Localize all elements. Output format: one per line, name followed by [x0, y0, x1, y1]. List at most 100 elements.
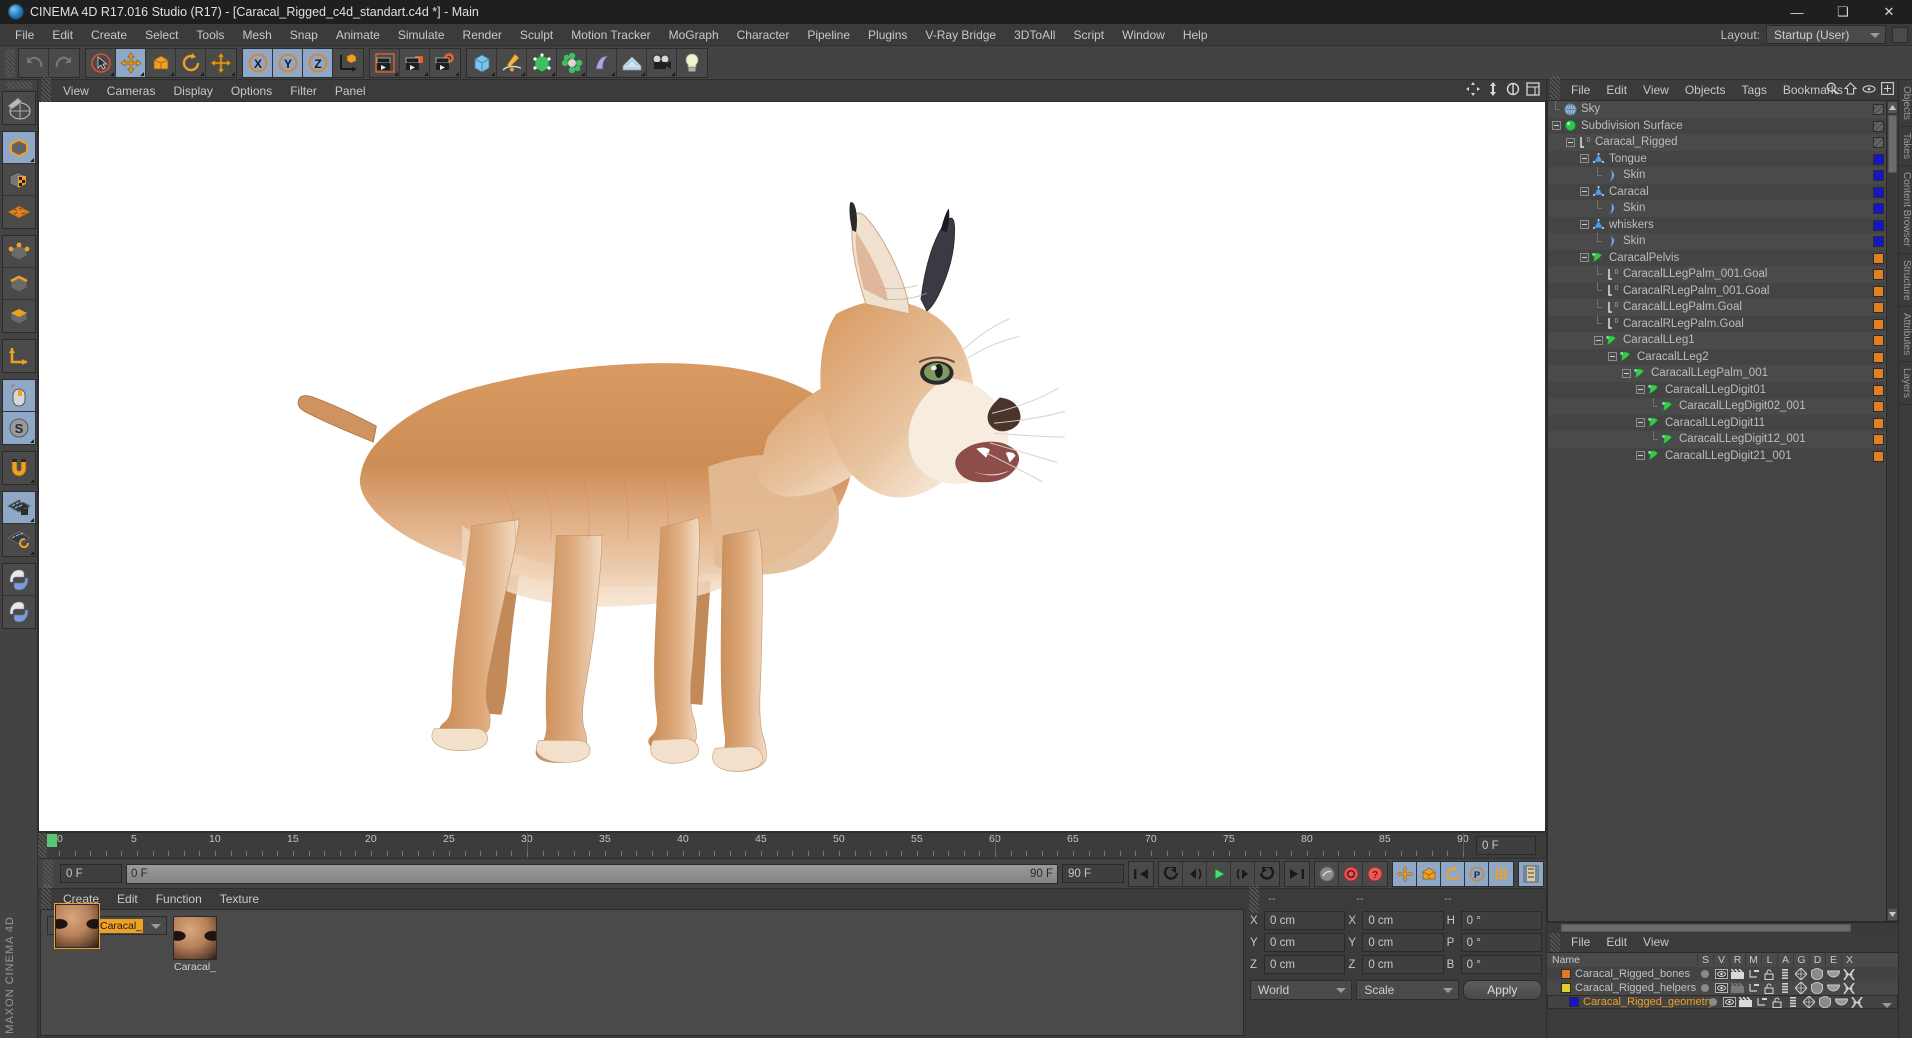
- object-manager-menu-item-objects[interactable]: Objects: [1677, 80, 1734, 100]
- apply-button[interactable]: Apply: [1462, 980, 1542, 1000]
- material-preview-swatch[interactable]: [173, 916, 217, 960]
- object-tree-row[interactable]: CaracalLLegDigit11: [1548, 414, 1898, 431]
- collapse-expander-icon[interactable]: [1580, 187, 1589, 197]
- enable-snapping-button[interactable]: [2, 492, 35, 524]
- layer-toggle-v[interactable]: [1713, 983, 1729, 993]
- layer-toggle-e[interactable]: [1825, 984, 1841, 993]
- render-region-button[interactable]: [400, 48, 430, 77]
- workplane-button[interactable]: [2, 196, 35, 228]
- layer-toggle-e[interactable]: [1825, 970, 1841, 979]
- transport-grip[interactable]: [43, 859, 53, 888]
- layer-row[interactable]: Caracal_Rigged_helpers: [1547, 981, 1898, 995]
- menu-item-snap[interactable]: Snap: [281, 24, 327, 46]
- add-deformer-button[interactable]: [557, 48, 587, 77]
- timeline-frame-field[interactable]: 0 F: [1476, 836, 1536, 855]
- object-tag-chip[interactable]: [1873, 318, 1884, 330]
- lock-y-axis-button[interactable]: Y: [273, 48, 303, 77]
- object-tree-row[interactable]: 0 CaracalLLegPalm_001.Goal: [1548, 265, 1898, 283]
- move-tool-duplicate-button[interactable]: [206, 48, 236, 77]
- layer-row[interactable]: Caracal_Rigged_bones: [1547, 967, 1898, 981]
- position-z-field[interactable]: 0 cm: [1264, 955, 1346, 974]
- python-generator-button[interactable]: [2, 596, 35, 628]
- size-z-field[interactable]: 0 cm: [1362, 955, 1444, 974]
- object-tag-chip[interactable]: [1873, 401, 1884, 412]
- play-button[interactable]: [1207, 861, 1231, 886]
- magnet-tool-button[interactable]: [2, 452, 35, 484]
- layer-toggle-d[interactable]: [1817, 996, 1833, 1008]
- object-tree-row[interactable]: 0 CaracalLLegPalm.Goal: [1548, 298, 1898, 316]
- object-tree-row[interactable]: Skin: [1548, 166, 1898, 184]
- object-manager-menu-item-file[interactable]: File: [1563, 80, 1598, 100]
- timeline-grip[interactable]: [38, 833, 47, 858]
- vertical-tab-structure[interactable]: Structure: [1899, 254, 1912, 308]
- layout-dropdown[interactable]: Startup (User): [1766, 25, 1886, 44]
- points-mode-button[interactable]: [2, 236, 35, 268]
- object-tag-chip[interactable]: [1873, 186, 1884, 198]
- menu-item-render[interactable]: Render: [454, 24, 511, 46]
- menu-item-tools[interactable]: Tools: [187, 24, 233, 46]
- object-tag-chip[interactable]: [1873, 236, 1884, 247]
- layer-manager-menu-item-view[interactable]: View: [1635, 933, 1677, 952]
- live-selection-tool-button[interactable]: [86, 48, 116, 77]
- current-frame-marker[interactable]: [47, 834, 57, 847]
- scale-tool-button[interactable]: [146, 48, 176, 77]
- texture-mode-button[interactable]: [2, 164, 35, 196]
- step-back-button[interactable]: [1183, 861, 1207, 886]
- menu-item-animate[interactable]: Animate: [327, 24, 389, 46]
- menu-item-file[interactable]: File: [6, 24, 43, 46]
- collapse-expander-icon[interactable]: [1594, 335, 1603, 345]
- layer-toggle-a[interactable]: [1785, 996, 1801, 1008]
- object-tree-row[interactable]: CaracalLLegPalm_001: [1548, 365, 1898, 382]
- menu-item-sculpt[interactable]: Sculpt: [511, 24, 562, 46]
- layer-toggle-x[interactable]: [1841, 968, 1857, 980]
- object-tag-chip[interactable]: [1873, 137, 1884, 148]
- polygons-mode-button[interactable]: [2, 300, 35, 332]
- layer-toggle-v[interactable]: [1721, 997, 1737, 1007]
- end-frame-input[interactable]: 90 F: [1062, 864, 1124, 883]
- object-tag-chip[interactable]: [1873, 335, 1884, 346]
- layer-color-swatch[interactable]: [1569, 997, 1579, 1007]
- add-light-button[interactable]: [677, 48, 707, 77]
- key-points-button[interactable]: [1489, 861, 1513, 886]
- undo-button[interactable]: [19, 48, 49, 77]
- layer-toggle-m[interactable]: [1745, 969, 1761, 979]
- material-menu-item-function[interactable]: Function: [147, 889, 211, 909]
- add-camera-button[interactable]: [647, 48, 677, 77]
- coordinate-space-dropdown[interactable]: World: [1250, 980, 1353, 1000]
- minimize-button[interactable]: —: [1774, 0, 1820, 24]
- collapse-expander-icon[interactable]: [1636, 385, 1645, 395]
- material-menu-item-texture[interactable]: Texture: [211, 889, 268, 909]
- collapse-expander-icon[interactable]: [1580, 220, 1589, 230]
- go-to-previous-key-button[interactable]: [1159, 861, 1183, 886]
- menu-item-motion-tracker[interactable]: Motion Tracker: [562, 24, 659, 46]
- collapse-expander-icon[interactable]: [1636, 451, 1645, 461]
- add-nurbs-button[interactable]: [587, 48, 617, 77]
- object-tag-chip[interactable]: [1873, 302, 1884, 313]
- vertical-tab-takes[interactable]: Takes: [1899, 127, 1912, 167]
- layer-toggle-l[interactable]: [1761, 982, 1777, 994]
- keyframe-help-button[interactable]: ?: [1363, 861, 1387, 886]
- scroll-up-arrow-icon[interactable]: [1888, 102, 1897, 113]
- layer-toggle-l[interactable]: [1769, 996, 1785, 1008]
- menu-item-character[interactable]: Character: [728, 24, 799, 46]
- object-tag-chip[interactable]: [1873, 219, 1884, 231]
- key-parameter-button[interactable]: P: [1465, 861, 1489, 886]
- record-active-objects-button[interactable]: [1339, 861, 1363, 886]
- object-tree-row[interactable]: 0 Caracal_Rigged: [1548, 134, 1898, 151]
- viewport-menu-grip[interactable]: [41, 76, 51, 105]
- layer-toggle-g[interactable]: [1793, 968, 1809, 980]
- close-button[interactable]: ✕: [1866, 0, 1912, 24]
- object-tag-chip[interactable]: [1873, 269, 1884, 280]
- layer-manager-menu-item-file[interactable]: File: [1563, 933, 1598, 952]
- object-tree-list[interactable]: Sky Subdivision Surface 0 Caracal_Rigged Ton…: [1548, 101, 1898, 464]
- frame-range-bar[interactable]: 0 F 90 F: [126, 863, 1058, 884]
- vertical-tab-layers[interactable]: Layers: [1899, 362, 1912, 406]
- collapse-expander-icon[interactable]: [1566, 137, 1575, 147]
- object-tree-horizontal-scrollbar[interactable]: [1547, 922, 1898, 933]
- rotate-tool-button[interactable]: [176, 48, 206, 77]
- object-tree-row[interactable]: CaracalLLegDigit01: [1548, 381, 1898, 398]
- menu-item-help[interactable]: Help: [1174, 24, 1217, 46]
- add-scene-object-button[interactable]: [617, 48, 647, 77]
- object-tree-vertical-scrollbar[interactable]: [1886, 101, 1898, 921]
- left-toolbar-grip[interactable]: [5, 82, 32, 89]
